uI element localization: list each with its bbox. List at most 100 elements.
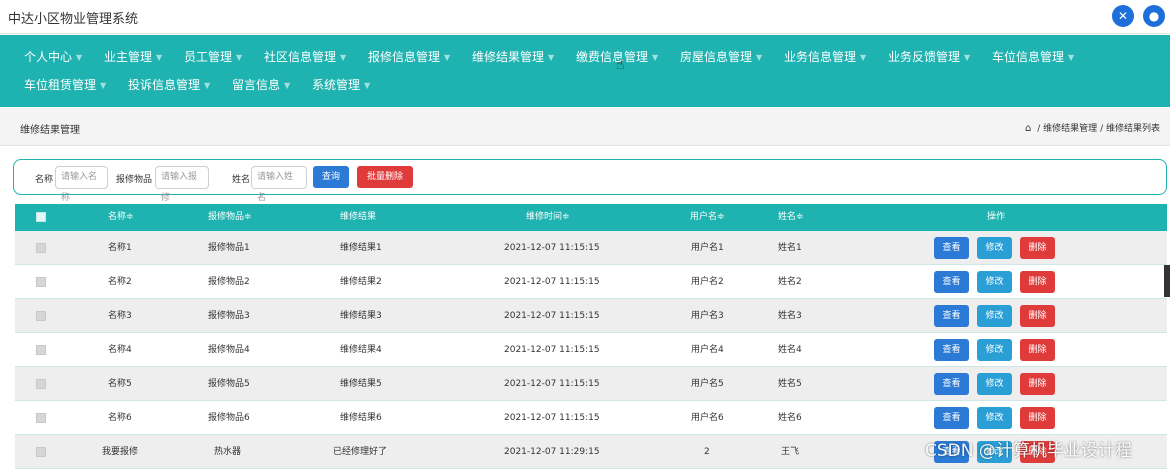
mouse-cursor-icon: ☝ — [616, 57, 625, 73]
cell-person: 姓名1 — [778, 243, 802, 253]
main-nav: 个人中心 ▼ 业主管理 ▼ 员工管理 ▼ 社区信息管理 ▼ 报修信息管理 ▼ 维修结果管理… — [0, 35, 1170, 107]
header-time[interactable]: 维修时间≑ — [526, 204, 570, 231]
view-button[interactable]: 查看 — [934, 407, 969, 429]
breadcrumb-level1[interactable]: 维修结果管理 — [1043, 124, 1097, 134]
cell-time: 2021-12-07 11:15:15 — [504, 277, 600, 287]
nav-item-parking-rental[interactable]: 车位租赁管理 ▼ — [24, 71, 106, 100]
edit-button[interactable]: 修改 — [977, 271, 1012, 293]
row-checkbox[interactable] — [36, 379, 46, 389]
select-all-checkbox[interactable] — [36, 212, 46, 222]
cell-person: 姓名3 — [778, 311, 802, 321]
cell-item: 报修物品4 — [208, 345, 250, 355]
row-checkbox[interactable] — [36, 311, 46, 321]
cell-name: 名称1 — [108, 243, 132, 253]
name-label: 名称 — [35, 175, 54, 185]
table-row: 名称1 报修物品1 维修结果1 2021-12-07 11:15:15 用户名1… — [15, 231, 1167, 265]
chevron-down-icon: ▼ — [204, 80, 211, 90]
view-button[interactable]: 查看 — [934, 305, 969, 327]
nav-item-feedback[interactable]: 业务反馈管理 ▼ — [888, 43, 970, 72]
chevron-down-icon: ▼ — [964, 52, 971, 62]
item-input[interactable]: 请输入报修 — [155, 166, 209, 203]
row-checkbox[interactable] — [36, 277, 46, 287]
table-row: 名称6 报修物品6 维修结果6 2021-12-07 11:15:15 用户名6… — [15, 401, 1167, 435]
user-icon[interactable]: ● — [1143, 5, 1165, 27]
nav-item-messages[interactable]: 留言信息 ▼ — [232, 71, 290, 100]
nav-item-repair-result[interactable]: 维修结果管理 ▼ — [472, 43, 554, 72]
chevron-down-icon: ▼ — [76, 52, 83, 62]
cell-item: 报修物品5 — [208, 379, 250, 389]
results-table: 名称≑ 报修物品≑ 维修结果 维修时间≑ 用户名≑ 姓名≑ 操作 名称1 报修物… — [15, 204, 1167, 469]
chevron-down-icon: ▼ — [156, 52, 163, 62]
chevron-down-icon: ▼ — [340, 52, 347, 62]
cell-result: 维修结果4 — [340, 345, 382, 355]
nav-item-community[interactable]: 社区信息管理 ▼ — [264, 43, 346, 72]
nav-item-system[interactable]: 系统管理 ▼ — [312, 71, 370, 100]
cell-result: 维修结果3 — [340, 311, 382, 321]
chevron-down-icon: ▼ — [100, 80, 107, 90]
view-button[interactable]: 查看 — [934, 339, 969, 361]
row-checkbox[interactable] — [36, 447, 46, 457]
nav-item-house[interactable]: 房屋信息管理 ▼ — [680, 43, 762, 72]
cell-person: 姓名2 — [778, 277, 802, 287]
nav-item-parking[interactable]: 车位信息管理 ▼ — [992, 43, 1074, 72]
edit-button[interactable]: 修改 — [977, 237, 1012, 259]
name-input[interactable]: 请输入名称 — [55, 166, 108, 203]
view-button[interactable]: 查看 — [934, 271, 969, 293]
delete-button[interactable]: 删除 — [1020, 271, 1055, 293]
chevron-down-icon: ▼ — [860, 52, 867, 62]
delete-button[interactable]: 删除 — [1020, 237, 1055, 259]
row-checkbox[interactable] — [36, 345, 46, 355]
view-button[interactable]: 查看 — [934, 237, 969, 259]
edit-button[interactable]: 修改 — [977, 305, 1012, 327]
chevron-down-icon: ▼ — [548, 52, 555, 62]
breadcrumb-sep: / — [1037, 124, 1041, 134]
nav-item-complaint[interactable]: 投诉信息管理 ▼ — [128, 71, 210, 100]
cell-item: 热水器 — [214, 447, 242, 457]
person-input[interactable]: 请输入姓名 — [251, 166, 307, 203]
cell-username: 用户名2 — [691, 277, 724, 287]
view-button[interactable]: 查看 — [934, 373, 969, 395]
cell-name: 名称3 — [108, 311, 132, 321]
header-person[interactable]: 姓名≑ — [778, 204, 804, 231]
row-checkbox[interactable] — [36, 413, 46, 423]
cell-username: 2 — [704, 447, 710, 457]
header-name[interactable]: 名称≑ — [108, 204, 134, 231]
main-content: 名称 请输入名称 报修物品 请输入报修 姓名 请输入姓名 查询 批量删除 名称≑… — [0, 147, 1170, 469]
delete-button[interactable]: 删除 — [1020, 373, 1055, 395]
nav-item-repair-info[interactable]: 报修信息管理 ▼ — [368, 43, 450, 72]
header-item[interactable]: 报修物品≑ — [208, 204, 252, 231]
cell-username: 用户名1 — [691, 243, 724, 253]
app-title: 中达小区物业管理系统 — [8, 12, 139, 27]
settings-cross-icon[interactable]: ✕ — [1112, 5, 1134, 27]
nav-item-owner[interactable]: 业主管理 ▼ — [104, 43, 162, 72]
delete-button[interactable]: 删除 — [1020, 305, 1055, 327]
query-button[interactable]: 查询 — [313, 166, 349, 188]
header-username[interactable]: 用户名≑ — [690, 204, 725, 231]
table-row: 名称5 报修物品5 维修结果5 2021-12-07 11:15:15 用户名5… — [15, 367, 1167, 401]
home-icon[interactable]: ⌂ — [1025, 123, 1031, 134]
edit-button[interactable]: 修改 — [977, 373, 1012, 395]
cell-result: 维修结果1 — [340, 243, 382, 253]
page-title: 维修结果管理 — [20, 125, 80, 136]
delete-button[interactable]: 删除 — [1020, 339, 1055, 361]
header-actions: 操作 — [987, 212, 1006, 222]
cell-person: 姓名6 — [778, 413, 802, 423]
scrollbar-handle[interactable] — [1164, 265, 1170, 297]
cell-username: 用户名6 — [691, 413, 724, 423]
nav-item-personal[interactable]: 个人中心 ▼ — [24, 43, 82, 72]
edit-button[interactable]: 修改 — [977, 339, 1012, 361]
row-checkbox[interactable] — [36, 243, 46, 253]
cell-item: 报修物品2 — [208, 277, 250, 287]
chevron-down-icon: ▼ — [364, 80, 371, 90]
cell-name: 名称2 — [108, 277, 132, 287]
breadcrumb: ⌂ / 维修结果管理 / 维修结果列表 — [1025, 121, 1160, 134]
nav-item-staff[interactable]: 员工管理 ▼ — [184, 43, 242, 72]
batch-delete-button[interactable]: 批量删除 — [357, 166, 413, 188]
search-form: 名称 请输入名称 报修物品 请输入报修 姓名 请输入姓名 查询 批量删除 — [13, 159, 1167, 203]
nav-item-business[interactable]: 业务信息管理 ▼ — [784, 43, 866, 72]
delete-button[interactable]: 删除 — [1020, 407, 1055, 429]
chevron-down-icon: ▼ — [236, 52, 243, 62]
cell-name: 我要报修 — [102, 447, 139, 457]
edit-button[interactable]: 修改 — [977, 407, 1012, 429]
chevron-down-icon: ▼ — [1068, 52, 1075, 62]
